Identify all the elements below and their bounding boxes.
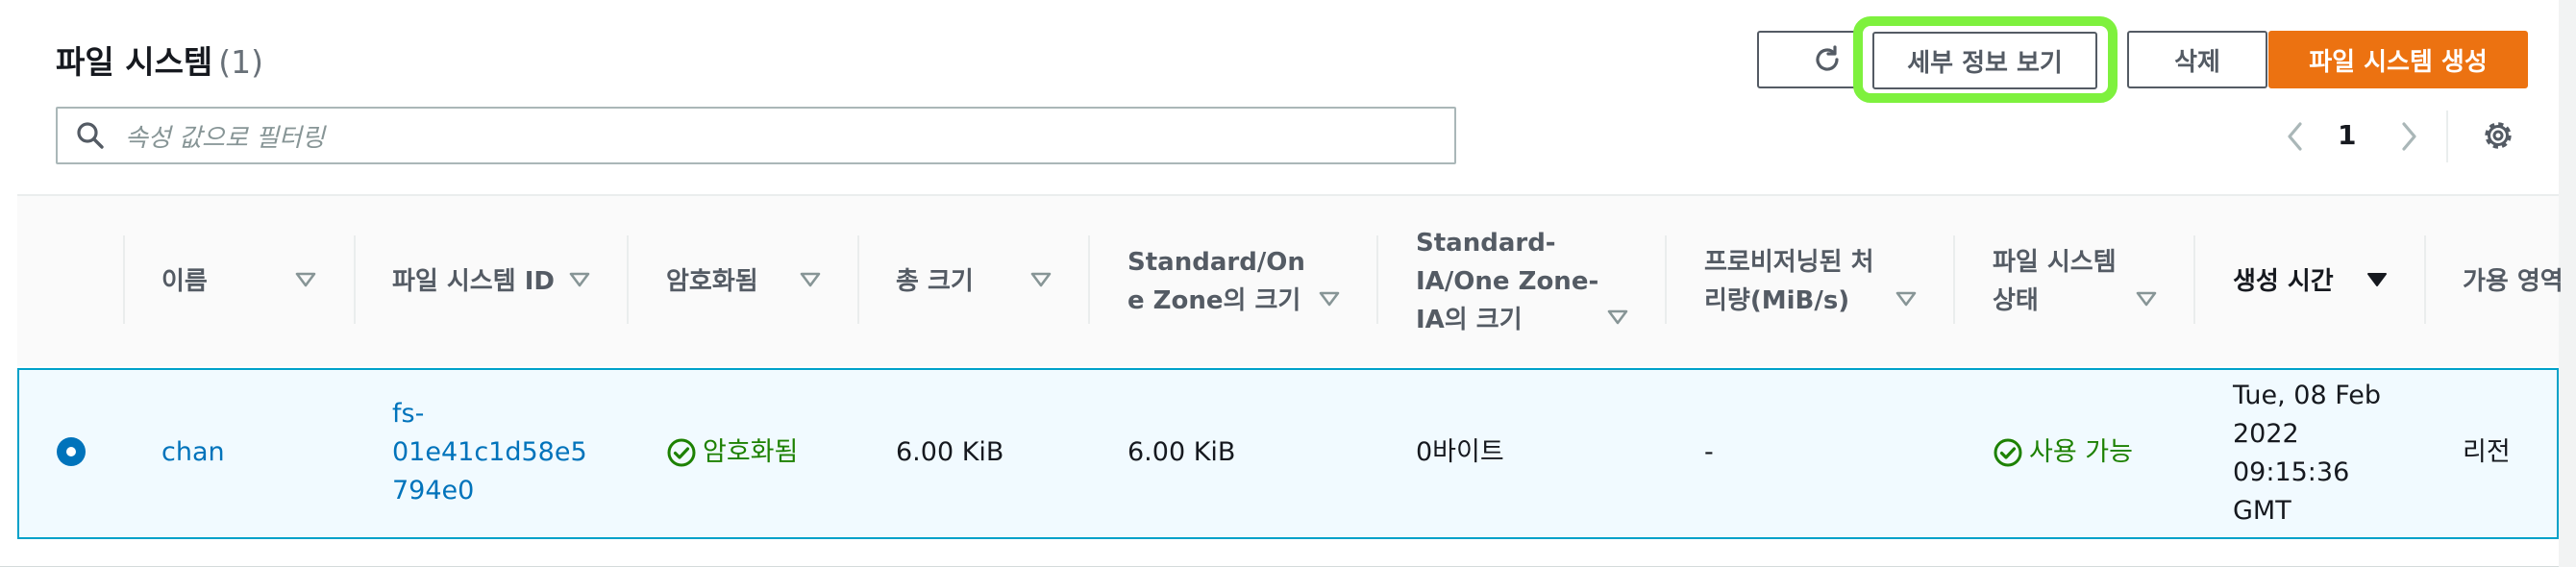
check-circle-icon — [667, 438, 696, 467]
column-header-encrypted[interactable]: 암호화됨 — [666, 196, 758, 366]
sort-icon[interactable] — [1319, 291, 1340, 307]
cell-ia-size: 0바이트 — [1416, 437, 1504, 467]
encrypted-status-text: 암호화됨 — [703, 437, 799, 467]
file-system-count: (1) — [218, 43, 264, 81]
sort-icon[interactable] — [800, 272, 821, 287]
column-header-name[interactable]: 이름 — [161, 196, 208, 366]
cell-encrypted: 암호화됨 — [666, 433, 798, 472]
cell-throughput: - — [1704, 437, 1714, 467]
column-header-label: 파일 시스템 ID — [392, 266, 555, 296]
sort-descending-icon[interactable] — [2366, 272, 2388, 287]
column-header-label: 프로비저닝된 처 — [1704, 247, 1874, 277]
column-header-label: 생성 시간 — [2233, 266, 2334, 296]
sort-icon[interactable] — [569, 272, 590, 287]
column-header-label: IA/One Zone- — [1416, 266, 1599, 296]
cell-id-line: 794e0 — [392, 476, 475, 505]
column-header-label: 파일 시스템 — [1993, 247, 2117, 277]
column-separator — [1665, 235, 1667, 324]
column-header-label: 암호화됨 — [666, 266, 758, 296]
column-separator — [2193, 235, 2195, 324]
page-title-text: 파일 시스템 — [56, 43, 213, 81]
view-details-button[interactable]: 세부 정보 보기 — [1872, 32, 2097, 89]
cell-creation-time: Tue, 08 Feb 2022 09:15:36 GMT — [2233, 377, 2381, 530]
creation-time-line: 2022 — [2233, 419, 2299, 449]
sort-icon[interactable] — [1030, 272, 1052, 287]
column-separator — [857, 235, 859, 324]
column-header-label: 리량(MiB/s) — [1704, 285, 1850, 315]
column-separator — [1088, 235, 1090, 324]
column-header-total-size[interactable]: 총 크기 — [896, 196, 974, 366]
cell-standard-size: 6.00 KiB — [1127, 437, 1236, 467]
filter-search-box[interactable]: 속성 값으로 필터링 — [56, 107, 1456, 164]
creation-time-line: 09:15:36 — [2233, 457, 2350, 487]
cell-name[interactable]: chan — [161, 433, 225, 472]
create-file-system-button[interactable]: 파일 시스템 생성 — [2268, 31, 2528, 88]
column-header-file-system-id[interactable]: 파일 시스템 ID — [392, 196, 555, 366]
chevron-left-icon[interactable] — [2282, 119, 2309, 154]
delete-button[interactable]: 삭제 — [2127, 31, 2267, 88]
cell-state: 사용 가능 — [1993, 433, 2133, 472]
chevron-right-icon[interactable] — [2395, 119, 2422, 154]
check-circle-icon — [1994, 438, 2022, 467]
column-header-creation-time[interactable]: 생성 시간 — [2233, 196, 2334, 366]
search-icon — [77, 122, 104, 149]
column-header-availability-zone[interactable]: 가용 영역 — [2463, 196, 2564, 366]
column-separator — [123, 235, 125, 324]
column-header-label: 이름 — [161, 266, 208, 296]
cell-availability-zone: 리전 — [2463, 437, 2511, 467]
pagination-divider — [2446, 111, 2448, 162]
column-header-state[interactable]: 파일 시스템 상태 — [1993, 196, 2117, 366]
column-header-label: 총 크기 — [896, 266, 974, 296]
row-select-radio[interactable] — [57, 437, 86, 466]
column-header-ia-size[interactable]: Standard- IA/One Zone- IA의 크기 — [1416, 196, 1598, 366]
creation-time-line: GMT — [2233, 496, 2291, 526]
column-header-label: 상태 — [1993, 285, 2039, 315]
column-separator — [2424, 235, 2426, 324]
cell-id-line: 01e41c1d58e5 — [392, 437, 587, 467]
column-header-label: 가용 영역 — [2463, 266, 2564, 296]
search-placeholder: 속성 값으로 필터링 — [125, 123, 325, 153]
column-separator — [1376, 235, 1378, 324]
column-header-label: Standard- — [1416, 228, 1556, 258]
column-header-label: IA의 크기 — [1416, 305, 1523, 334]
column-header-label: e Zone의 크기 — [1127, 285, 1301, 315]
cell-id-line: fs- — [392, 399, 425, 429]
cell-total-size: 6.00 KiB — [896, 437, 1004, 467]
sort-icon[interactable] — [295, 272, 316, 287]
column-separator — [627, 235, 629, 324]
cell-file-system-id[interactable]: fs- 01e41c1d58e5 794e0 — [392, 395, 587, 510]
sort-icon[interactable] — [2136, 291, 2157, 307]
current-page-number[interactable]: 1 — [2338, 119, 2356, 151]
column-header-throughput[interactable]: 프로비저닝된 처 리량(MiB/s) — [1704, 196, 1874, 366]
column-header-standard-size[interactable]: Standard/On e Zone의 크기 — [1127, 196, 1305, 366]
sort-icon[interactable] — [1895, 291, 1917, 307]
state-status-text: 사용 가능 — [2029, 437, 2133, 467]
refresh-icon — [1816, 45, 1839, 71]
gear-icon[interactable] — [2480, 117, 2516, 154]
page-title: 파일 시스템 (1) — [56, 37, 263, 83]
column-header-label: Standard/On — [1127, 247, 1305, 277]
column-separator — [1953, 235, 1955, 324]
creation-time-line: Tue, 08 Feb — [2233, 381, 2382, 410]
sort-icon[interactable] — [1607, 309, 1628, 325]
column-separator — [354, 235, 356, 324]
